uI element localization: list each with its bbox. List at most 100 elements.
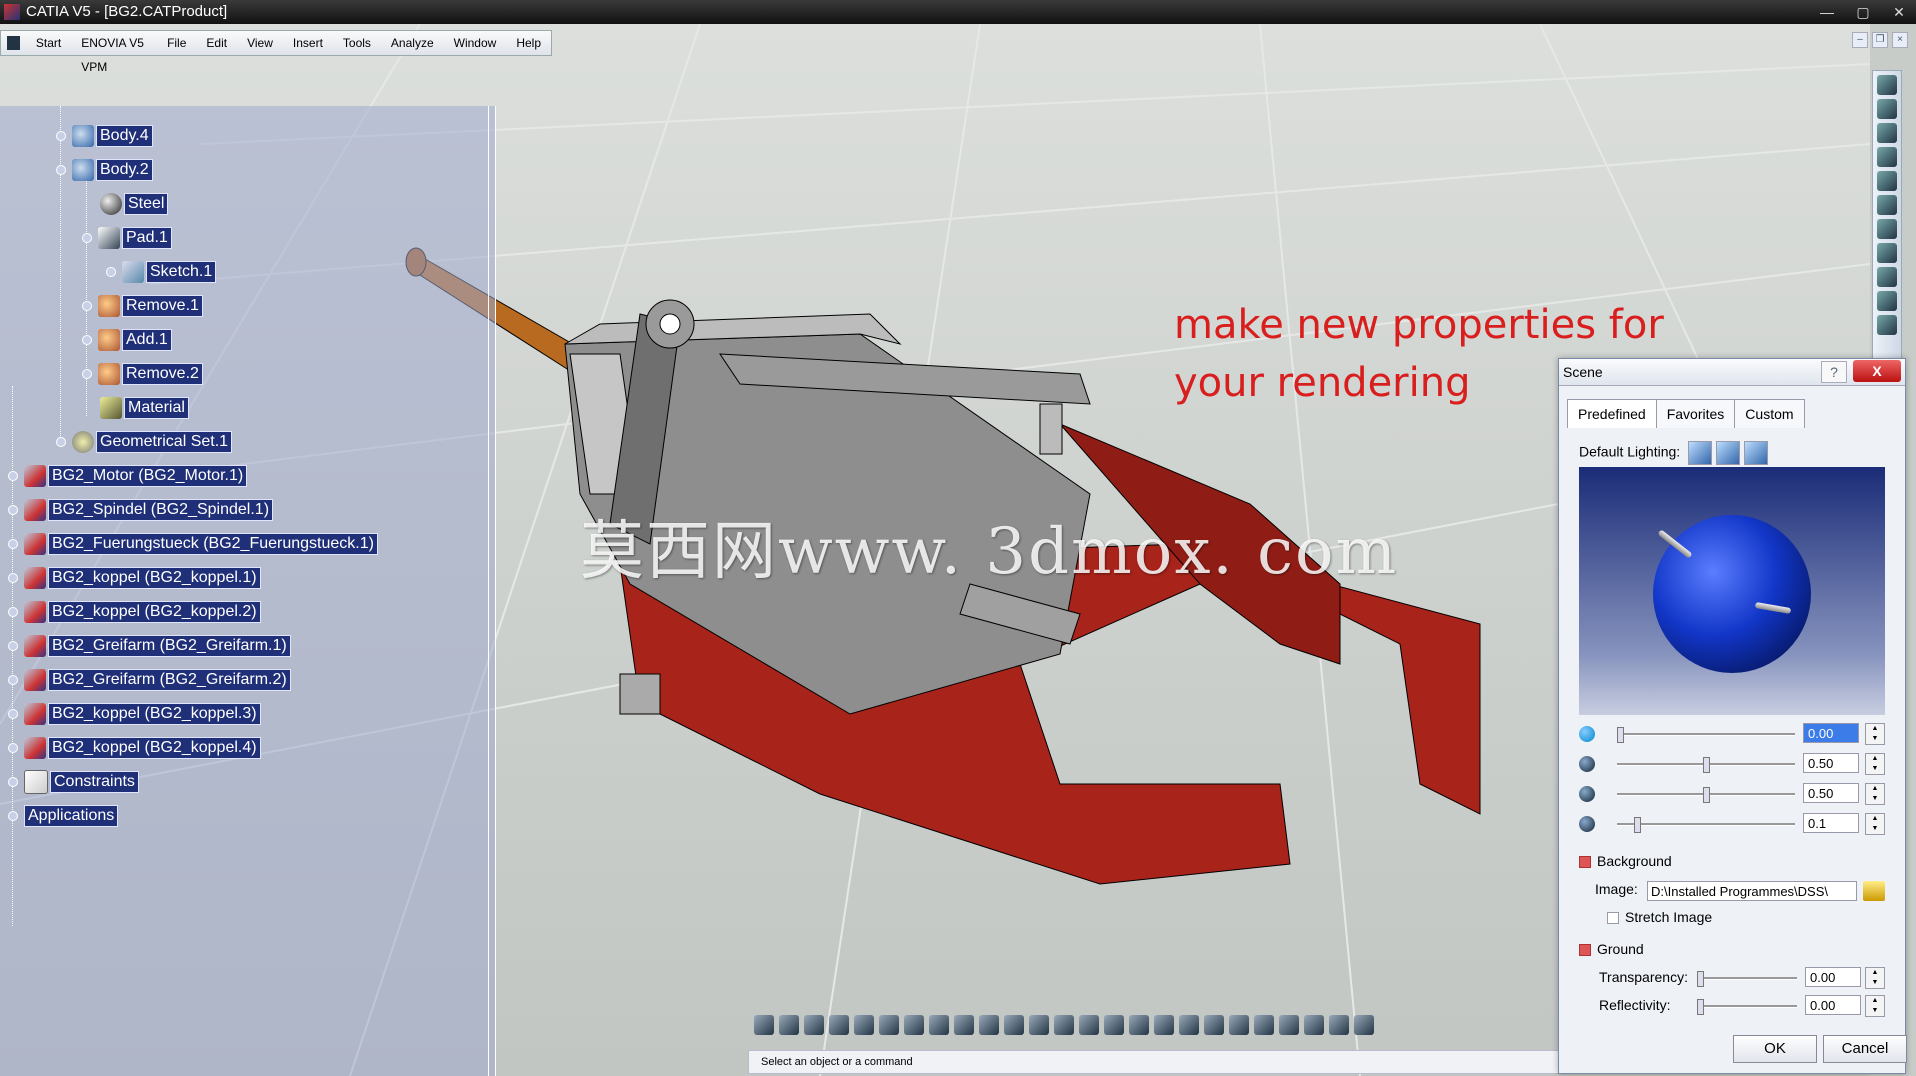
environment-tool-icon[interactable]	[1877, 243, 1897, 263]
tree-item-bg2-koppel-4[interactable]: BG2_koppel (BG2_koppel.4)	[8, 736, 261, 760]
sticker-tool-icon[interactable]	[1877, 291, 1897, 311]
dialog-titlebar[interactable]: Scene ? X	[1559, 359, 1905, 386]
stretch-checkbox[interactable]	[1607, 912, 1619, 925]
undo-icon[interactable]	[754, 1015, 774, 1035]
expand-icon[interactable]	[8, 573, 18, 583]
pan-icon[interactable]	[954, 1015, 974, 1035]
rendering-tool-icon[interactable]	[1877, 75, 1897, 95]
slider-value-field[interactable]: 0.50	[1803, 783, 1859, 803]
tree-item-bg2-spindel[interactable]: BG2_Spindel (BG2_Spindel.1)	[8, 498, 274, 522]
tree-scrollbar[interactable]	[488, 106, 496, 1076]
lighting-preset-2-icon[interactable]	[1716, 441, 1741, 465]
ok-button[interactable]: OK	[1733, 1035, 1817, 1063]
tree-item-material[interactable]: Material	[100, 396, 189, 420]
animation-tool-icon[interactable]	[1877, 315, 1897, 335]
tree-item-steel[interactable]: Steel	[100, 192, 169, 216]
spinner-icon[interactable]: ▲ ▼	[1865, 995, 1885, 1017]
slider-value-field[interactable]: 0.00	[1803, 723, 1859, 743]
expand-icon[interactable]	[106, 267, 116, 277]
texture-tool-icon[interactable]	[1877, 147, 1897, 167]
spinner-icon[interactable]: ▲ ▼	[1865, 813, 1885, 835]
expand-icon[interactable]	[82, 233, 92, 243]
scene-icon[interactable]	[1254, 1015, 1274, 1035]
expand-icon[interactable]	[82, 301, 92, 311]
menu-enovia[interactable]: ENOVIA V5 VPM	[71, 31, 157, 74]
menu-analyze[interactable]: Analyze	[381, 31, 444, 55]
light-tool-icon[interactable]	[1877, 123, 1897, 143]
slider-value-field[interactable]: 0.1	[1803, 813, 1859, 833]
expand-icon[interactable]	[8, 709, 18, 719]
tree-item-bg2-greifarm-1[interactable]: BG2_Greifarm (BG2_Greifarm.1)	[8, 634, 291, 658]
slider-thumb[interactable]	[1703, 787, 1710, 803]
lighting-preset-1-icon[interactable]	[1688, 441, 1713, 465]
turntable-tool-icon[interactable]	[1877, 195, 1897, 215]
formula-icon[interactable]	[804, 1015, 824, 1035]
background-checkbox[interactable]	[1579, 856, 1591, 869]
tree-item-constraints[interactable]: Constraints	[8, 770, 139, 794]
knowledge-icon[interactable]	[829, 1015, 849, 1035]
camera-tool-icon[interactable]	[1877, 171, 1897, 191]
tree-item-bg2-motor[interactable]: BG2_Motor (BG2_Motor.1)	[8, 464, 248, 488]
expand-icon[interactable]	[8, 471, 18, 481]
minimize-button[interactable]: —	[1816, 0, 1838, 24]
rotate-icon[interactable]	[979, 1015, 999, 1035]
spinner-icon[interactable]: ▲ ▼	[1865, 967, 1885, 989]
tree-item-add-1[interactable]: Add.1	[82, 328, 172, 352]
image-path-field[interactable]: D:\Installed Programmes\DSS\	[1647, 881, 1857, 901]
help-button[interactable]: ?	[1821, 361, 1847, 383]
redo-icon[interactable]	[779, 1015, 799, 1035]
expand-icon[interactable]	[8, 641, 18, 651]
spinner-icon[interactable]: ▲ ▼	[1865, 723, 1885, 745]
reflectivity-field[interactable]: 0.00	[1805, 995, 1861, 1015]
slider-thumb[interactable]	[1697, 999, 1704, 1015]
scene-tool-icon[interactable]	[1877, 99, 1897, 119]
slider-track[interactable]	[1617, 727, 1795, 743]
fly-mode-icon[interactable]	[904, 1015, 924, 1035]
doc-minimize-icon[interactable]: –	[1852, 32, 1868, 48]
lighting-preview[interactable]	[1579, 467, 1885, 715]
tree-item-geometrical-set[interactable]: Geometrical Set.1	[56, 430, 233, 454]
slider-track[interactable]	[1697, 971, 1797, 987]
menu-window[interactable]: Window	[444, 31, 507, 55]
document-icon[interactable]	[7, 36, 20, 50]
tree-item-remove-1[interactable]: Remove.1	[82, 294, 203, 318]
normal-view-icon[interactable]	[1054, 1015, 1074, 1035]
slider-thumb[interactable]	[1703, 757, 1710, 773]
expand-icon[interactable]	[8, 743, 18, 753]
slider-value-field[interactable]: 0.50	[1803, 753, 1859, 773]
tree-item-sketch-1[interactable]: Sketch.1	[106, 260, 217, 284]
cancel-button[interactable]: Cancel	[1823, 1035, 1907, 1063]
manipulate-icon[interactable]	[1354, 1015, 1374, 1035]
catalog-icon[interactable]	[879, 1015, 899, 1035]
slider-track[interactable]	[1617, 787, 1795, 803]
table-icon[interactable]	[854, 1015, 874, 1035]
expand-icon[interactable]	[8, 607, 18, 617]
tab-favorites[interactable]: Favorites	[1655, 399, 1736, 428]
light-icon[interactable]	[1204, 1015, 1224, 1035]
maximize-button[interactable]: ▢	[1852, 0, 1874, 24]
iso-view-icon[interactable]	[1079, 1015, 1099, 1035]
slider-track[interactable]	[1617, 757, 1795, 773]
expand-icon[interactable]	[82, 335, 92, 345]
render-icon[interactable]	[1179, 1015, 1199, 1035]
expand-icon[interactable]	[56, 165, 66, 175]
environment-icon[interactable]	[1229, 1015, 1249, 1035]
slider-track[interactable]	[1697, 999, 1797, 1015]
slider-track[interactable]	[1617, 817, 1795, 833]
slider-thumb[interactable]	[1697, 971, 1704, 987]
expand-icon[interactable]	[82, 369, 92, 379]
expand-icon[interactable]	[56, 437, 66, 447]
expand-icon[interactable]	[8, 777, 18, 787]
tab-custom[interactable]: Custom	[1734, 399, 1805, 428]
shot-icon[interactable]	[1279, 1015, 1299, 1035]
expand-icon[interactable]	[8, 675, 18, 685]
tab-predefined[interactable]: Predefined	[1567, 399, 1657, 428]
tree-item-pad-1[interactable]: Pad.1	[82, 226, 172, 250]
tree-item-applications[interactable]: Applications	[8, 804, 119, 828]
folder-icon[interactable]	[1863, 881, 1885, 901]
tree-item-bg2-koppel-2[interactable]: BG2_koppel (BG2_koppel.2)	[8, 600, 261, 624]
apply-material-icon[interactable]	[1329, 1015, 1349, 1035]
menu-edit[interactable]: Edit	[196, 31, 237, 55]
zoom-in-icon[interactable]	[1004, 1015, 1024, 1035]
render-shot-icon[interactable]	[1877, 219, 1897, 239]
